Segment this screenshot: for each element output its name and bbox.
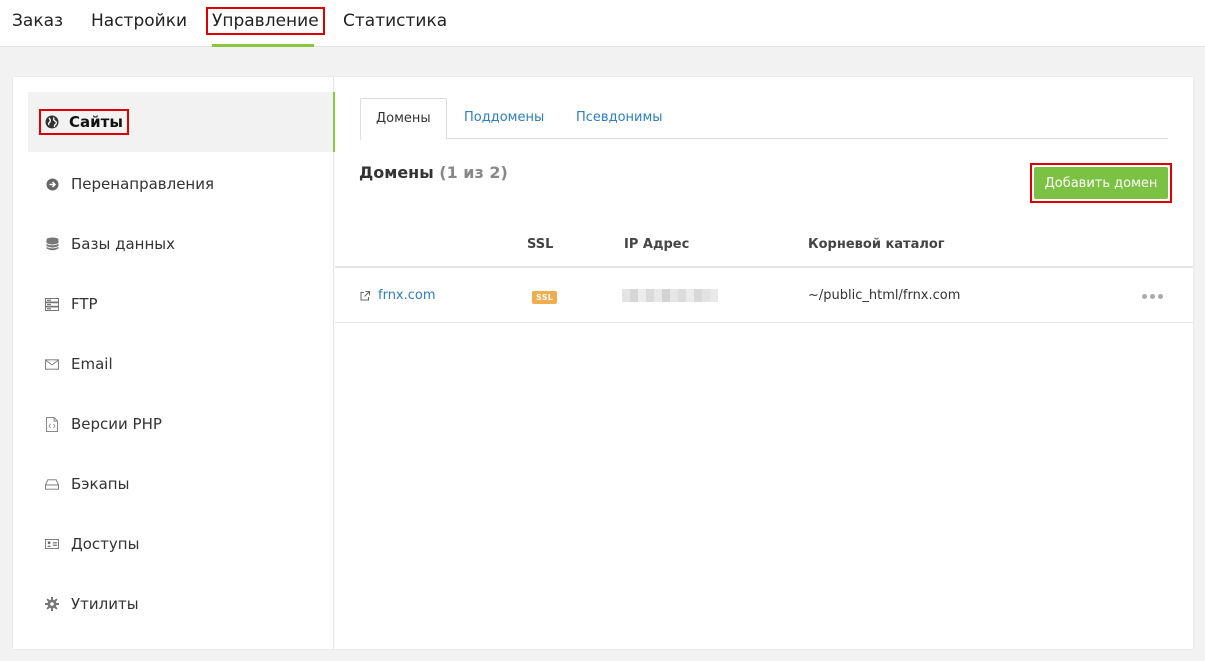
arrow-circle-icon — [45, 177, 59, 191]
sidebar-item-backups[interactable]: Бэкапы — [28, 454, 335, 514]
row-actions[interactable] — [1142, 294, 1163, 299]
tab-domains[interactable]: Домены — [360, 98, 447, 140]
sidebar-item-databases[interactable]: Базы данных — [28, 214, 335, 274]
database-icon — [45, 237, 59, 251]
main-card: Сайты Перенаправления Базы данных FTP Em… — [13, 77, 1193, 649]
envelope-icon — [45, 357, 59, 371]
sidebar-item-access[interactable]: Доступы — [28, 514, 335, 574]
sidebar-item-label: Версии PHP — [71, 415, 162, 433]
drive-icon — [45, 477, 59, 491]
tab-subdomains[interactable]: Поддомены — [464, 98, 544, 139]
table-row: frnx.com — [360, 288, 436, 303]
sidebar: Сайты Перенаправления Базы данных FTP Em… — [13, 77, 335, 649]
server-icon — [45, 297, 59, 311]
ip-address-redacted — [622, 289, 718, 302]
sidebar-item-label: Базы данных — [71, 235, 175, 253]
sidebar-item-sites[interactable]: Сайты — [28, 92, 335, 152]
sidebar-item-utilities[interactable]: Утилиты — [28, 574, 335, 634]
sidebar-item-label: Сайты — [69, 113, 123, 131]
globe-icon — [45, 115, 59, 129]
sidebar-item-php-versions[interactable]: Версии PHP — [28, 394, 335, 454]
gear-icon — [45, 597, 59, 611]
add-domain-highlight: Добавить домен — [1030, 163, 1172, 203]
sidebar-item-label: Утилиты — [71, 595, 139, 613]
root-directory: ~/public_html/frnx.com — [808, 288, 961, 303]
redacted-ip-blur — [622, 289, 718, 302]
id-card-icon — [45, 537, 59, 551]
sidebar-item-email[interactable]: Email — [28, 334, 335, 394]
active-item-highlight: Сайты — [39, 109, 129, 135]
domain-count: (1 из 2) — [439, 163, 508, 182]
column-header-ip: IP Адрес — [624, 237, 690, 252]
sidebar-item-label: Перенаправления — [71, 175, 215, 193]
more-options-icon[interactable] — [1142, 294, 1163, 299]
top-navigation: Заказ Настройки Управление Статистика — [0, 0, 1205, 47]
content-panel: Домены Поддомены Псевдонимы Домены (1 из… — [335, 77, 1193, 649]
topnav-order[interactable]: Заказ — [12, 10, 63, 32]
tab-bar: Домены Поддомены Псевдонимы — [360, 98, 1168, 140]
domain-link[interactable]: frnx.com — [360, 288, 436, 303]
section-title: Домены (1 из 2) — [359, 163, 508, 182]
sidebar-item-label: Доступы — [71, 535, 140, 553]
column-header-root: Корневой каталог — [808, 237, 945, 252]
code-file-icon — [45, 416, 59, 432]
row-divider — [335, 322, 1193, 323]
sidebar-item-ftp[interactable]: FTP — [28, 274, 335, 334]
tab-aliases[interactable]: Псевдонимы — [576, 98, 663, 139]
add-domain-button[interactable]: Добавить домен — [1034, 167, 1168, 199]
topnav-statistics[interactable]: Статистика — [343, 10, 447, 32]
sidebar-item-label: FTP — [71, 295, 98, 313]
sidebar-item-label: Email — [71, 355, 113, 373]
external-link-icon — [360, 290, 370, 301]
table-header-divider — [335, 266, 1193, 268]
domain-name: frnx.com — [378, 288, 436, 303]
active-tab-indicator — [212, 44, 314, 47]
ssl-cell: SSL — [532, 289, 558, 304]
topnav-management[interactable]: Управление — [206, 7, 325, 35]
topnav-settings[interactable]: Настройки — [91, 10, 187, 32]
column-header-ssl: SSL — [527, 237, 554, 252]
ssl-badge: SSL — [532, 291, 558, 304]
sidebar-item-label: Бэкапы — [71, 475, 130, 493]
section-title-text: Домены — [359, 163, 434, 182]
sidebar-item-redirects[interactable]: Перенаправления — [28, 154, 335, 214]
